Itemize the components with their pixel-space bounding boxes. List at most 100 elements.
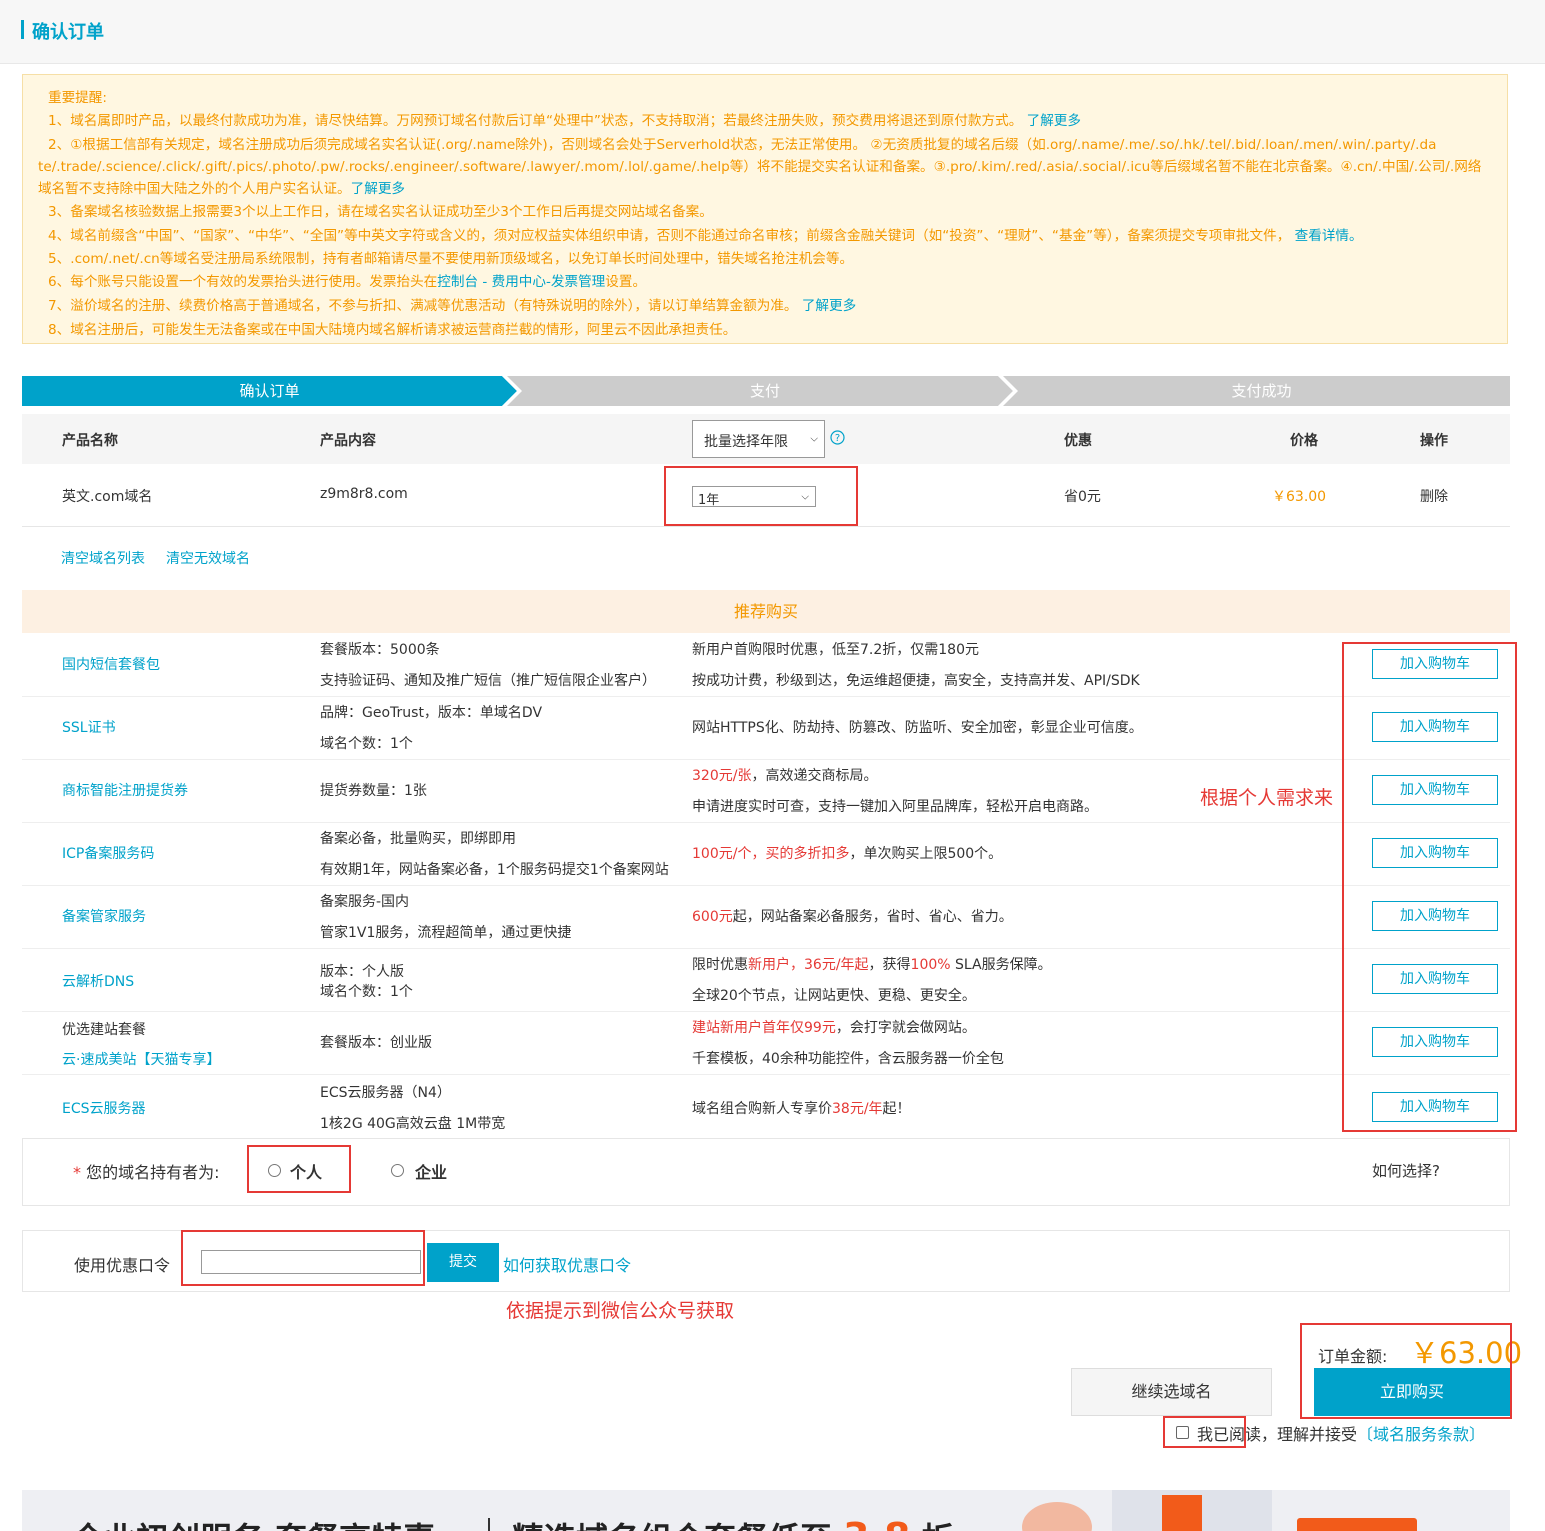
promo-line: 网站HTTPS化、防劫持、防篡改、防监听、安全加密，彰显企业可信度。	[692, 720, 1143, 736]
promo-line: 600元起，网站备案必备服务，省时、省心、省力。	[692, 909, 1013, 925]
highlight-checkbox-box	[1163, 1416, 1246, 1448]
view-details-link[interactable]: 查看详情。	[1295, 228, 1363, 244]
notice-item-1: 1、域名属即时产品，以最终付款成功为准，请尽快结算。万网预订域名付款后订单“处理…	[48, 113, 1081, 129]
owner-label: * 您的域名持有者为:	[73, 1163, 220, 1182]
how-to-get-coupon-link[interactable]: 如何获取优惠口令	[503, 1252, 631, 1276]
list-item: 云解析DNS 版本：个人版 域名个数：1个 限时优惠新用户，36元/年起，获得1…	[22, 948, 1510, 1012]
list-item: ICP备案服务码 备案必备，批量购买，即绑即用 有效期1年，网站备案必备，1个服…	[22, 822, 1510, 886]
product-link[interactable]: SSL证书	[62, 717, 116, 737]
product-link[interactable]: 云解析DNS	[62, 971, 134, 991]
batch-years-select[interactable]: 批量选择年限 ⌵	[692, 420, 825, 458]
invoice-management-link[interactable]: 控制台 - 费用中心-发票管理	[437, 274, 605, 290]
spec-line: 套餐版本：创业版	[320, 1035, 432, 1051]
spec-line: 备案服务-国内	[320, 894, 410, 910]
step-confirm-order: 确认订单	[239, 382, 300, 400]
notice-item-6: 6、每个账号只能设置一个有效的发票抬头进行使用。发票抬头在控制台 - 费用中心-…	[48, 274, 647, 290]
promo-line: 申请进度实时可查，支持一键加入阿里品牌库，轻松开启电商路。	[692, 799, 1098, 815]
notice-item-2c: 域名暂不支持除中国大陆之外的个人用户实名认证。了解更多	[38, 181, 406, 197]
recommend-header: 推荐购买	[22, 590, 1510, 633]
clear-domain-list-link[interactable]: 清空域名列表	[61, 548, 145, 568]
step-payment-success: 支付成功	[1231, 382, 1292, 400]
page-header: 确认订单	[0, 0, 1545, 64]
page-title: 确认订单	[32, 22, 104, 43]
product-link[interactable]: ECS云服务器	[62, 1098, 146, 1118]
banner-graphic	[1022, 1502, 1092, 1531]
promo-line: 域名组合购新人专享价38元/年起！	[692, 1101, 911, 1117]
col-price: 价格	[1290, 433, 1318, 449]
highlight-years-box	[664, 466, 858, 526]
discount-value: 省0元	[1064, 489, 1101, 505]
list-item: ECS云服务器 ECS云服务器（N4） 1核2G 40G高效云盘 1M带宽 域名…	[22, 1074, 1510, 1137]
product-link[interactable]: 云·速成美站【天猫专享】	[62, 1049, 220, 1069]
col-product-content: 产品内容	[320, 433, 376, 449]
banner-divider	[488, 1518, 490, 1531]
banner-text-right: 精选域名组合套餐低至 3.8 折	[512, 1514, 954, 1531]
spec-line: 域名个数：1个	[320, 736, 413, 752]
list-item: 备案管家服务 备案服务-国内 管家1V1服务，流程超简单，通过更快捷 600元起…	[22, 885, 1510, 949]
domain-owner-section: * 您的域名持有者为: 个人 企业 如何选择?	[22, 1138, 1510, 1206]
spec-line: 管家1V1服务，流程超简单，通过更快捷	[320, 925, 572, 941]
spec-line: 提货券数量：1张	[320, 783, 427, 799]
spec-line: 备案必备，批量购买，即绑即用	[320, 831, 516, 847]
promo-line: 新用户首购限时优惠，低至7.2折，仅需180元	[692, 642, 979, 658]
list-item: 国内短信套餐包 套餐版本：5000条 支持验证码、通知及推广短信（推广短信限企业…	[22, 633, 1510, 697]
notice-item-2b: te/.trade/.science/.click/.gift/.pics/.p…	[38, 159, 1482, 175]
learn-more-link[interactable]: 了解更多	[1027, 113, 1081, 129]
notice-item-3: 3、备案域名核验数据上报需要3个以上工作日，请在域名实名认证成功至少3个工作日后…	[48, 204, 713, 220]
coupon-submit-button[interactable]: 提交	[427, 1243, 499, 1282]
banner-text-left: 企业初创服务 套餐高特惠	[72, 1514, 435, 1531]
notice-item-8: 8、域名注册后，可能发生无法备案或在中国大陆境内域名解析请求被运营商拦截的情形，…	[48, 322, 737, 338]
product-link[interactable]: 国内短信套餐包	[62, 654, 160, 674]
spec-line: 版本：个人版	[320, 964, 404, 980]
learn-more-link[interactable]: 了解更多	[351, 181, 405, 197]
important-notice: 重要提醒: 1、域名属即时产品，以最终付款成功为准，请尽快结算。万网预订域名付款…	[22, 74, 1508, 344]
annotation-right-note: 根据个人需求来	[1200, 787, 1334, 809]
clear-invalid-domains-link[interactable]: 清空无效域名	[166, 548, 250, 568]
promo-line: 320元/张，高效递交商标局。	[692, 768, 878, 784]
radio-company[interactable]	[391, 1164, 404, 1177]
spec-line: 域名个数：1个	[320, 984, 413, 1000]
learn-more-link[interactable]: 了解更多	[802, 298, 856, 314]
order-table-header: 产品名称 产品内容 批量选择年限 ⌵ ? 优惠 价格 操作	[22, 414, 1510, 464]
notice-item-4: 4、域名前缀含“中国”、“国家”、“中华”、“全国”等中英文字符或含义的，须对应…	[48, 228, 1363, 244]
radio-company-label[interactable]: 企业	[415, 1159, 447, 1183]
spec-line: 品牌：GeoTrust，版本：单域名DV	[320, 705, 543, 721]
annotation-coupon-note: 依据提示到微信公众号获取	[506, 1300, 735, 1322]
product-link[interactable]: 备案管家服务	[62, 906, 146, 926]
promo-banner[interactable]: 企业初创服务 套餐高特惠 精选域名组合套餐低至 3.8 折	[22, 1490, 1510, 1531]
notice-title: 重要提醒:	[48, 90, 107, 106]
required-asterisk: *	[73, 1163, 81, 1182]
promo-line: 100元/个，买的多折扣多，单次购买上限500个。	[692, 846, 1003, 862]
notice-item-5: 5、.com/.net/.cn等域名受注册局系统限制，持有者邮箱请尽量不要使用新…	[48, 251, 854, 267]
spec-line: 支持验证码、通知及推广短信（推广短信限企业客户）	[320, 673, 656, 689]
delete-link[interactable]: 删除	[1420, 486, 1448, 506]
continue-select-domain-button[interactable]: 继续选域名	[1071, 1368, 1272, 1416]
promo-line: 全球20个节点，让网站更快、更稳、更安全。	[692, 988, 976, 1004]
product-name: 英文.com域名	[62, 489, 153, 505]
progress-steps: 确认订单 支付 支付成功	[22, 376, 1510, 406]
banner-graphic	[1162, 1495, 1202, 1531]
promo-line: 千套模板，40余种功能控件，含云服务器一价全包	[692, 1051, 1004, 1067]
banner-cta-button[interactable]	[1297, 1518, 1417, 1531]
promo-line: 按成功计费，秒级到达，免运维超便捷，高安全，支持高并发、API/SDK	[692, 673, 1140, 689]
svg-text:?: ?	[835, 433, 840, 444]
highlight-buy-box	[1300, 1323, 1512, 1419]
highlight-personal-box	[247, 1145, 351, 1193]
step-payment: 支付	[749, 382, 780, 400]
coupon-label: 使用优惠口令	[74, 1256, 171, 1275]
spec-line: 套餐版本：5000条	[320, 642, 440, 658]
help-icon[interactable]: ?	[830, 430, 845, 445]
promo-line: 限时优惠新用户，36元/年起，获得100% SLA服务保障。	[692, 957, 1052, 973]
how-to-choose-link[interactable]: 如何选择?	[1372, 1160, 1440, 1181]
spec-line: 有效期1年，网站备案必备，1个服务码提交1个备案网站	[320, 862, 669, 878]
price-value: ￥63.00	[1272, 489, 1327, 505]
notice-item-7: 7、溢价域名的注册、续费价格高于普通域名，不参与折扣、满减等优惠活动（有特殊说明…	[48, 298, 857, 314]
product-link[interactable]: ICP备案服务码	[62, 843, 154, 863]
promo-line: 建站新用户首年仅99元，会打字就会做网站。	[692, 1020, 976, 1036]
highlight-coupon-box	[181, 1230, 425, 1286]
domain-terms-link[interactable]: 〔域名服务条款〕	[1357, 1425, 1485, 1444]
highlight-cart-buttons-box	[1342, 642, 1517, 1132]
domain-name: z9m8r8.com	[320, 486, 408, 502]
product-link[interactable]: 商标智能注册提货券	[62, 780, 188, 800]
chevron-down-icon: ⌵	[810, 433, 818, 445]
